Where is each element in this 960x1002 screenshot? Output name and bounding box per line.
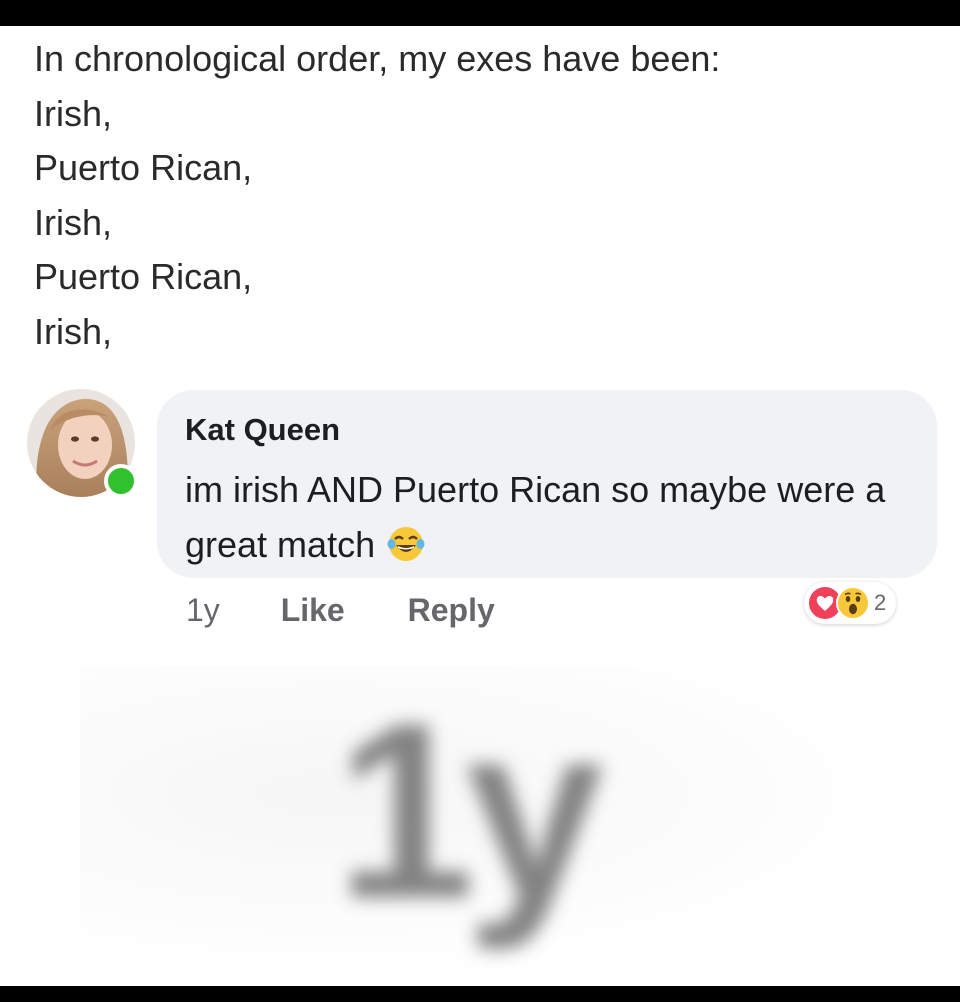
post-line: In chronological order, my exes have bee… — [34, 38, 721, 79]
reply-button[interactable]: Reply — [408, 592, 495, 629]
zoomed-timestamp: 1y — [336, 671, 604, 950]
post-line: Irish, — [34, 92, 113, 134]
laughing-crying-emoji-icon — [387, 523, 425, 578]
comment-text-content: im irish AND Puerto Rican so maybe were … — [185, 469, 886, 565]
comment-actions: 1y Like Reply — [186, 592, 495, 629]
comment-bubble: Kat Queen im irish AND Puerto Rican so m… — [157, 390, 937, 578]
post-line: Puerto Rican, — [34, 147, 253, 188]
post-line: Irish, — [34, 201, 113, 243]
online-status-dot — [104, 464, 138, 498]
comment-timestamp[interactable]: 1y — [186, 592, 220, 629]
post-text: In chronological order, my exes have bee… — [34, 32, 914, 359]
post-line: Puerto Rican, — [34, 256, 253, 297]
post-line: Irish, — [34, 310, 113, 352]
reactions-summary[interactable]: 2 — [804, 582, 897, 624]
reaction-count: 2 — [874, 590, 887, 615]
commenter-name[interactable]: Kat Queen — [185, 412, 340, 448]
wow-reaction-icon — [836, 586, 870, 620]
screenshot-frame: In chronological order, my exes have bee… — [0, 26, 960, 986]
comment-text: im irish AND Puerto Rican so maybe were … — [185, 462, 905, 578]
like-button[interactable]: Like — [281, 592, 345, 629]
